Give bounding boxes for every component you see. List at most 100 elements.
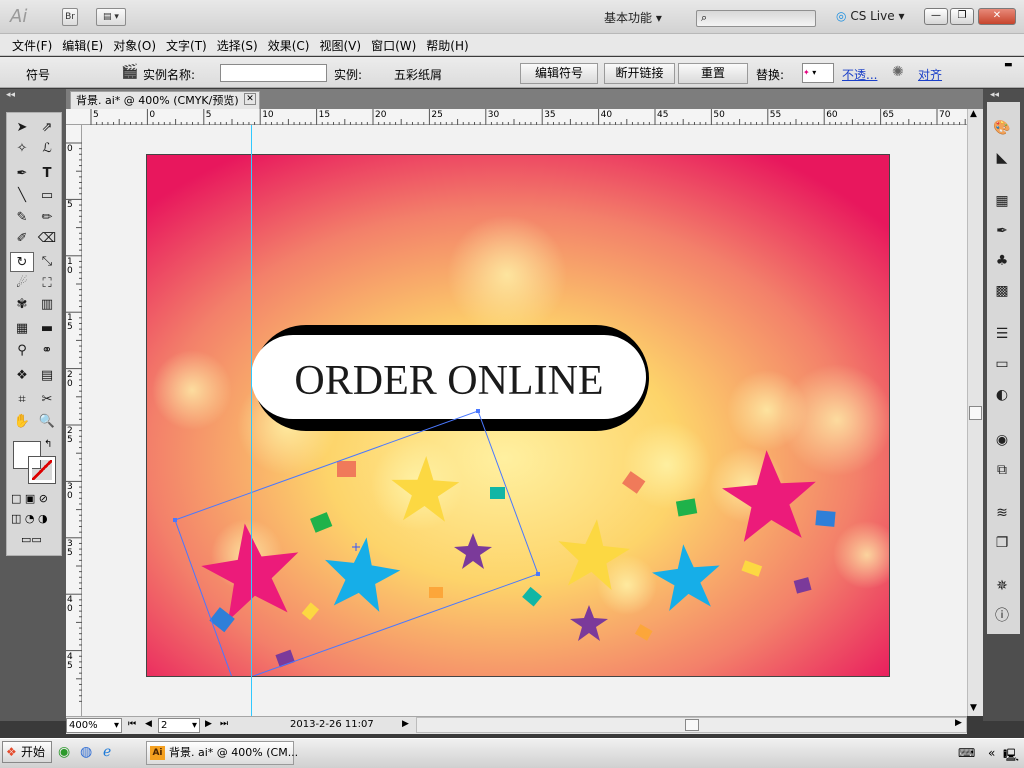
pen-tool-icon[interactable]: ✒ [10, 164, 34, 184]
brushes-icon[interactable]: ✒ [991, 221, 1013, 241]
scroll-thumb[interactable] [969, 406, 982, 420]
tray-keyboard-icon[interactable]: ⌨ [958, 746, 975, 760]
collapse-icon[interactable]: ◂◂ [6, 90, 15, 100]
horizontal-ruler[interactable]: 5 0 5 10 15 20 25 30 35 40 45 50 55 60 65 70 [66, 109, 967, 125]
stroke-icon[interactable]: ☰ [991, 324, 1013, 344]
expand-icon[interactable]: ◂◂ [990, 90, 999, 100]
prev-artboard-icon[interactable]: ◀ [145, 719, 152, 729]
bridge-button[interactable]: Br [62, 8, 78, 26]
arrange-documents-button[interactable]: ▤ ▾ [96, 8, 126, 26]
symbol-tool-icon[interactable]: ❖ [10, 366, 34, 386]
document-tab[interactable]: 背景. ai* @ 400% (CMYK/预览) ✕ [70, 91, 260, 109]
first-artboard-icon[interactable]: ⏮ [128, 719, 136, 729]
graphic-styles-icon[interactable]: ▩ [991, 281, 1013, 301]
navigator-icon[interactable]: ✵ [991, 576, 1013, 596]
edit-symbol-button[interactable]: 编辑符号 [520, 63, 598, 84]
menu-help[interactable]: 帮助(H) [426, 34, 478, 55]
line-tool-icon[interactable]: ╲ [10, 186, 34, 206]
zoom-tool-icon[interactable]: 🔍 [35, 412, 59, 432]
direct-selection-tool-icon[interactable]: ⇗ [35, 118, 59, 138]
mesh-tool-icon[interactable]: ▦ [10, 319, 34, 339]
gradient-tool-icon[interactable]: ▬ [35, 319, 59, 339]
menu-file[interactable]: 文件(F) [12, 34, 62, 55]
recolor-icon[interactable]: ✺ [892, 64, 904, 80]
artboard-tool-icon[interactable]: ⌗ [10, 390, 34, 410]
guide-line[interactable] [251, 125, 252, 716]
align-link[interactable]: 对齐 [918, 66, 942, 83]
lasso-tool-icon[interactable]: ℒ [35, 139, 59, 159]
eyedropper-tool-icon[interactable]: ⚲ [10, 341, 34, 361]
color-mode-buttons[interactable]: □ ▣ ⊘ [11, 492, 57, 506]
blob-brush-tool-icon[interactable]: ✐ [10, 229, 34, 249]
swap-colors-icon[interactable]: ↰ [44, 439, 52, 450]
scroll-down-icon[interactable]: ▼ [970, 703, 977, 713]
horizontal-scrollbar[interactable]: ▶ [416, 717, 967, 733]
help-search-input[interactable]: ⌕ [696, 10, 816, 27]
horizontal-scroll-thumb[interactable] [685, 719, 699, 731]
pencil-tool-icon[interactable]: ✏ [35, 208, 59, 228]
menu-view[interactable]: 视图(V) [319, 34, 371, 55]
tray-network-icon[interactable]: 🖳 [1003, 746, 1019, 767]
selection-tool-icon[interactable]: ➤ [10, 118, 34, 138]
gradient-icon[interactable]: ▭ [991, 354, 1013, 374]
hand-tool-icon[interactable]: ✋ [10, 412, 34, 432]
menu-type[interactable]: 文字(T) [166, 34, 217, 55]
stroke-swatch[interactable] [28, 456, 56, 484]
swatches-icon[interactable]: ▦ [991, 191, 1013, 211]
ie-icon[interactable]: ℯ [103, 744, 111, 760]
screen-mode-button[interactable]: ▭▭ [21, 533, 49, 547]
info-icon[interactable]: ⓘ [991, 606, 1013, 626]
slice-tool-icon[interactable]: ✂ [35, 390, 59, 410]
eraser-tool-icon[interactable]: ⌫ [35, 229, 59, 249]
symbol-sprayer-tool-icon[interactable]: ✾ [10, 295, 34, 315]
column-graph-tool-icon[interactable]: ▥ [35, 295, 59, 315]
close-tab-icon[interactable]: ✕ [244, 93, 256, 105]
break-link-button[interactable]: 断开链接 [604, 63, 675, 84]
artboard[interactable]: ORDER ONLINE [146, 154, 890, 677]
taskbar-illustrator-window[interactable]: Ai 背景. ai* @ 400% (CM... [146, 741, 298, 765]
menu-window[interactable]: 窗口(W) [371, 34, 426, 55]
warp-tool-icon[interactable]: ☄ [10, 274, 34, 294]
reset-button[interactable]: 重置 [678, 63, 748, 84]
panel-menu-icon[interactable]: ▬ [1004, 60, 1013, 70]
vertical-ruler[interactable]: 0 5 1 0 1 5 2 0 2 5 3 0 3 5 4 0 4 5 [66, 125, 82, 716]
appearance-icon[interactable]: ◉ [991, 430, 1013, 450]
artboards-icon[interactable]: ❐ [991, 533, 1013, 553]
order-online-banner[interactable]: ORDER ONLINE [251, 325, 649, 431]
artboard-number-select[interactable]: 2 ▾ [158, 718, 200, 733]
qq-browser-icon[interactable]: ◍ [80, 744, 92, 760]
magic-wand-tool-icon[interactable]: ✧ [10, 139, 34, 159]
menu-effect[interactable]: 效果(C) [268, 34, 320, 55]
instance-name-field[interactable] [220, 64, 327, 82]
color-guide-icon[interactable]: ◣ [991, 148, 1013, 168]
rectangle-tool-icon[interactable]: ▭ [35, 186, 59, 206]
workspace-switcher[interactable]: 基本功能 ▾ [604, 9, 662, 26]
menu-object[interactable]: 对象(O) [113, 34, 166, 55]
free-transform-tool-icon[interactable]: ⛶ [35, 274, 59, 294]
minimize-icon[interactable]: — [924, 8, 948, 25]
align-panel-icon[interactable]: ⧉ [991, 460, 1013, 480]
scale-tool-icon[interactable]: ⤡ [35, 252, 59, 272]
blend-tool-icon[interactable]: ⚭ [35, 341, 59, 361]
symbols-icon[interactable]: ♣ [991, 251, 1013, 271]
graph-tool-icon[interactable]: ▤ [35, 366, 59, 386]
transparency-icon[interactable]: ◐ [991, 385, 1013, 405]
opacity-link[interactable]: 不透... [842, 66, 877, 83]
restore-icon[interactable]: ❐ [950, 8, 974, 25]
status-menu-icon[interactable]: ▶ [402, 719, 409, 729]
chrome-icon[interactable]: ◉ [58, 744, 70, 760]
replace-symbol-dropdown[interactable]: ✦ ▾ [802, 63, 834, 83]
menu-edit[interactable]: 编辑(E) [62, 34, 113, 55]
rotate-tool-icon[interactable]: ↻ [10, 252, 34, 272]
last-artboard-icon[interactable]: ⏭ [220, 719, 228, 729]
cs-live-menu[interactable]: ◎ CS Live ▾ [836, 9, 904, 23]
close-icon[interactable]: ✕ [978, 8, 1016, 25]
tray-expand-icon[interactable]: « [988, 746, 995, 760]
zoom-select[interactable]: 400% ▾ [66, 718, 122, 733]
paintbrush-tool-icon[interactable]: ✎ [10, 208, 34, 228]
next-artboard-icon[interactable]: ▶ [205, 719, 212, 729]
scroll-up-icon[interactable]: ▲ [970, 109, 977, 119]
scroll-right-icon[interactable]: ▶ [955, 718, 962, 728]
color-panel-icon[interactable]: 🎨 [991, 118, 1013, 138]
vertical-scrollbar[interactable]: ▲ ▼ [967, 109, 983, 716]
